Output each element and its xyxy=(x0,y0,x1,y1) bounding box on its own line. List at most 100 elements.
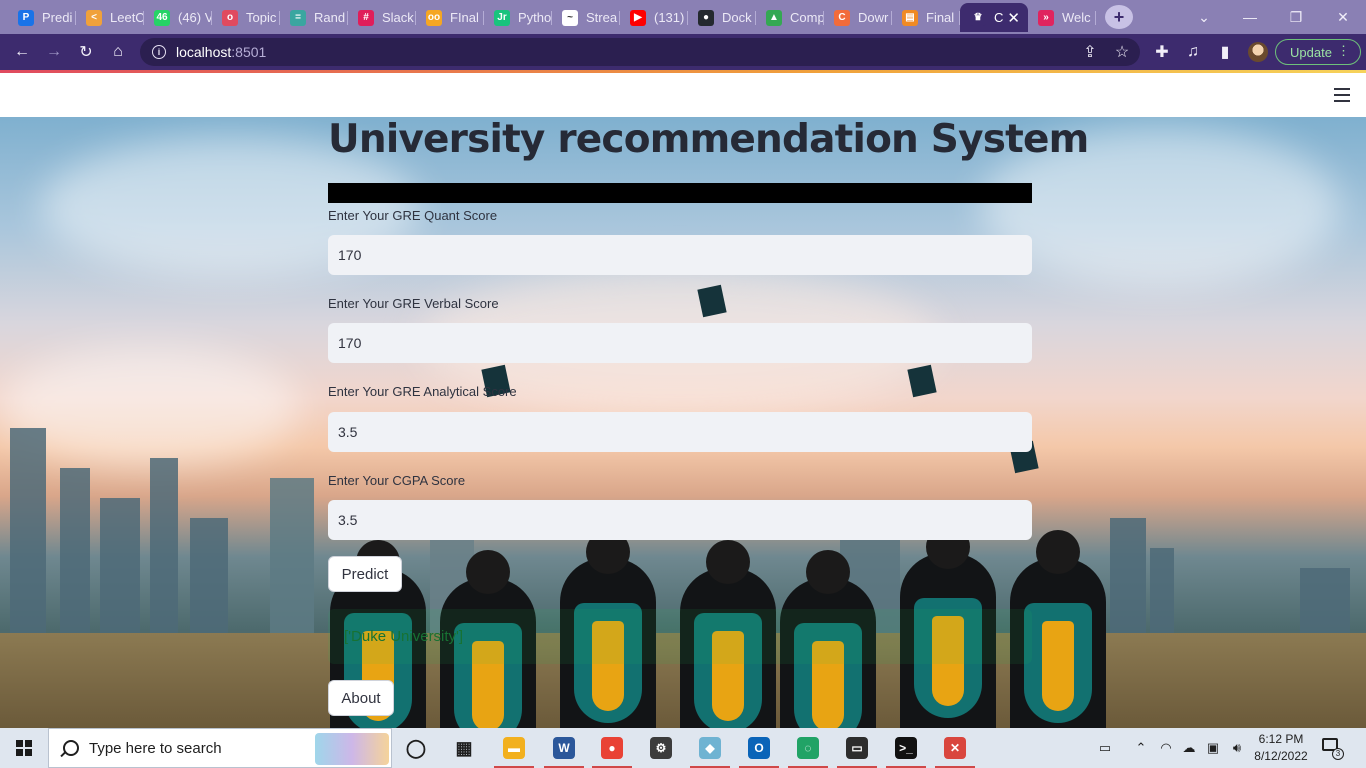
loader-icon: ◌ xyxy=(797,737,819,759)
address-port: :8501 xyxy=(231,44,267,60)
outlook-icon: O xyxy=(748,737,770,759)
reload-icon[interactable]: ↻ xyxy=(74,40,98,64)
taskbar-app-settings[interactable]: ⚙ xyxy=(637,728,685,768)
predict-button[interactable]: Predict xyxy=(328,556,402,592)
taskbar-app-word[interactable]: W xyxy=(540,728,588,768)
browser-tab[interactable]: 46 (46) V xyxy=(144,3,212,32)
profile-avatar[interactable] xyxy=(1246,40,1270,64)
start-button[interactable] xyxy=(0,728,48,768)
gre-quant-input[interactable]: 170 xyxy=(328,235,1032,275)
gre-analytical-input[interactable]: 3.5 xyxy=(328,412,1032,452)
tab-separator xyxy=(1095,11,1096,25)
browser-tab[interactable]: o Topic xyxy=(212,3,280,32)
clock-date: 8/12/2022 xyxy=(1254,749,1308,763)
taskbar-app-outlook[interactable]: O xyxy=(735,728,783,768)
wifi-icon[interactable]: ◠ xyxy=(1156,728,1176,768)
media-control-icon[interactable]: ♫ xyxy=(1181,40,1205,64)
tab-separator xyxy=(755,11,756,25)
cmd-icon: >_ xyxy=(895,737,917,759)
update-button[interactable]: Update ⋮ xyxy=(1275,39,1361,65)
browser-tab[interactable]: ▤ Final xyxy=(892,3,960,32)
tab-search-dropdown-icon[interactable]: ⌄ xyxy=(1181,0,1227,34)
address-host: localhost xyxy=(176,44,232,60)
tab-label: Dowr xyxy=(858,10,889,25)
tab-label: LeetC xyxy=(110,10,144,25)
battery-icon[interactable]: ▣ xyxy=(1202,728,1224,768)
menu-dots-icon: ⋮ xyxy=(1337,43,1350,58)
word-icon: W xyxy=(553,737,575,759)
gre-verbal-label: Enter Your GRE Verbal Score xyxy=(328,296,499,311)
side-panel-icon[interactable]: ▮ xyxy=(1213,40,1237,64)
taskbar-clock[interactable]: 6:12 PM 8/12/2022 xyxy=(1250,731,1312,765)
keyboard-icon[interactable]: ▭ xyxy=(1092,728,1118,768)
tab-separator xyxy=(75,11,76,25)
site-info-icon[interactable]: i xyxy=(152,45,166,59)
hamburger-menu-icon[interactable] xyxy=(1334,88,1350,102)
taskbar-app-task-view[interactable]: ◯ xyxy=(392,728,440,768)
windows-taskbar: Type here to search ▭ ⌃ ◠ ☁ ▣ 🔊︎ 6:12 PM… xyxy=(0,728,1366,768)
taskbar-app-chrome[interactable]: ● xyxy=(588,728,636,768)
volume-icon[interactable]: 🔊︎ xyxy=(1226,728,1248,768)
home-icon[interactable]: ⌂ xyxy=(106,40,130,64)
notification-center-icon[interactable]: 3 xyxy=(1322,738,1344,760)
taskbar-search-box[interactable]: Type here to search xyxy=(48,728,392,768)
cgpa-value: 3.5 xyxy=(338,512,358,528)
tab-separator xyxy=(551,11,552,25)
browser-tab[interactable]: ▲ Comp xyxy=(756,3,824,32)
share-icon[interactable]: ⇪ xyxy=(1078,40,1102,64)
restore-button[interactable]: ❐ xyxy=(1273,0,1319,34)
taskbar-app-cmd[interactable]: >_ xyxy=(882,728,930,768)
taskbar-app-file-explorer[interactable]: ▬ xyxy=(490,728,538,768)
update-label: Update xyxy=(1290,44,1332,60)
tab-label: Final xyxy=(926,10,955,25)
tab-separator xyxy=(211,11,212,25)
taskbar-app-loader[interactable]: ◌ xyxy=(784,728,832,768)
new-tab-button[interactable]: + xyxy=(1105,5,1133,29)
address-bar[interactable]: i localhost:8501 xyxy=(140,38,1140,66)
extensions-icon[interactable]: ✚ xyxy=(1150,40,1174,64)
taskbar-app-xampp[interactable]: ✕ xyxy=(931,728,979,768)
about-button[interactable]: About xyxy=(328,680,394,716)
taskbar-app-notes[interactable]: ◆ xyxy=(686,728,734,768)
browser-tab[interactable]: P Predi xyxy=(8,3,76,32)
browser-tab[interactable]: ▶ (131) xyxy=(620,3,688,32)
black-banner xyxy=(328,183,1032,203)
browser-tab[interactable]: = Rand xyxy=(280,3,348,32)
taskbar-app-widgets[interactable]: ▦ xyxy=(440,728,488,768)
minimize-button[interactable]: — xyxy=(1227,0,1273,34)
tab-label: Predi xyxy=(42,10,73,25)
tab-favicon-icon: Jr xyxy=(494,9,510,26)
browser-tab[interactable]: ♛ C ✕ xyxy=(960,3,1028,32)
tab-favicon-icon: C xyxy=(834,9,850,26)
tab-separator xyxy=(483,11,484,25)
browser-tab[interactable]: C Dowr xyxy=(824,3,892,32)
cgpa-label: Enter Your CGPA Score xyxy=(328,473,466,488)
browser-tab[interactable]: ● Dock xyxy=(688,3,756,32)
prediction-result-text: ['Duke University'] xyxy=(344,628,464,645)
taskbar-app-terminal[interactable]: ▭ xyxy=(833,728,881,768)
show-hidden-icons-chevron-icon[interactable]: ⌃ xyxy=(1130,728,1152,768)
onedrive-cloud-icon[interactable]: ☁ xyxy=(1178,728,1200,768)
tab-separator xyxy=(143,11,144,25)
tab-favicon-icon: ~ xyxy=(562,9,578,26)
windows-logo-icon xyxy=(16,740,32,756)
browser-tab[interactable]: » Welc xyxy=(1028,3,1096,32)
cgpa-input[interactable]: 3.5 xyxy=(328,500,1032,540)
browser-tab[interactable]: # Slack xyxy=(348,3,416,32)
close-tab-icon[interactable]: ✕ xyxy=(1007,9,1020,27)
search-icon xyxy=(63,740,79,756)
back-icon[interactable]: ← xyxy=(10,40,34,64)
gre-quant-label: Enter Your GRE Quant Score xyxy=(328,208,498,223)
bookmark-star-icon[interactable]: ☆ xyxy=(1110,40,1134,64)
task-view-icon: ◯ xyxy=(405,737,427,758)
close-window-button[interactable]: ✕ xyxy=(1320,0,1366,34)
tab-label: Rand xyxy=(314,10,346,25)
chrome-icon: ● xyxy=(601,737,623,759)
browser-tab[interactable]: < LeetC xyxy=(76,3,144,32)
browser-tab[interactable]: Jr Pytho xyxy=(484,3,552,32)
gre-verbal-input[interactable]: 170 xyxy=(328,323,1032,363)
forward-icon[interactable]: → xyxy=(42,40,66,64)
browser-tab[interactable]: oo FInal xyxy=(416,3,484,32)
tab-separator xyxy=(347,11,348,25)
browser-tab[interactable]: ~ Strea xyxy=(552,3,620,32)
